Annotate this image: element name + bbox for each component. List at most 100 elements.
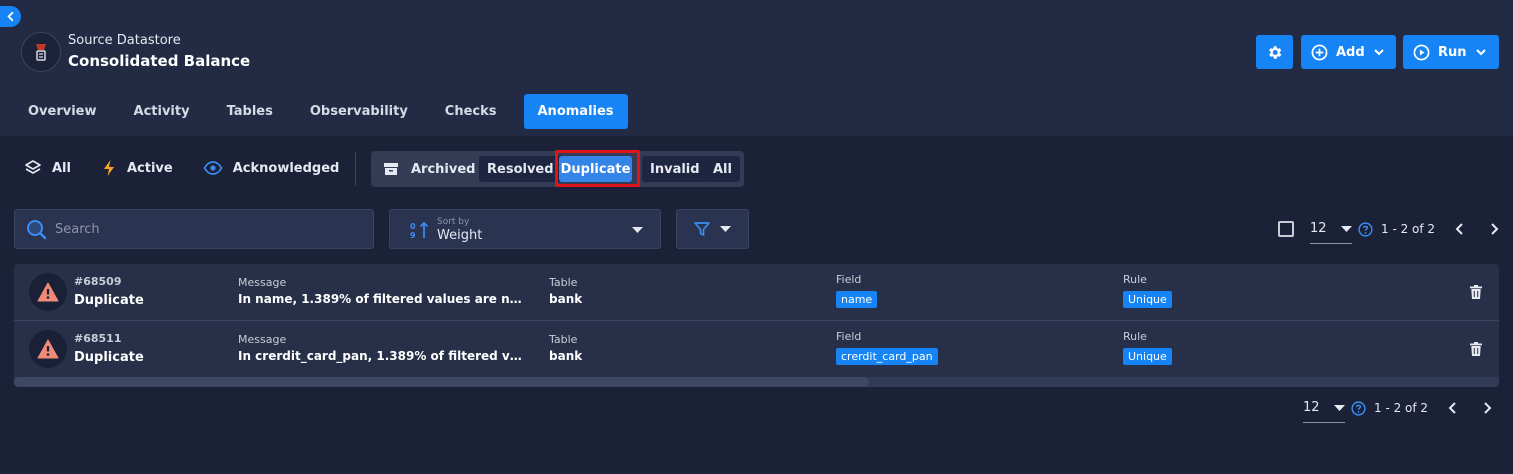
datastore-tabs: Overview Activity Tables Observability C… bbox=[14, 94, 637, 129]
chevron-down-icon bbox=[1373, 49, 1384, 56]
svg-text:9: 9 bbox=[410, 231, 416, 239]
layers-icon bbox=[25, 160, 41, 174]
anomaly-id[interactable]: #68511 bbox=[74, 332, 122, 345]
status-filter-active[interactable]: Active bbox=[101, 159, 173, 177]
status-filter-archived[interactable]: Archived bbox=[383, 151, 476, 187]
page-range: 1 - 2 of 2 bbox=[1374, 401, 1429, 415]
pagination-top: 12 1 - 2 of 2 bbox=[1310, 214, 1499, 244]
archived-option-invalid[interactable]: Invalid bbox=[642, 156, 708, 182]
question-circle-icon[interactable] bbox=[1351, 400, 1366, 416]
archived-option-all[interactable]: All bbox=[705, 156, 740, 182]
anomalies-table: #68509 Duplicate Message In name, 1.389%… bbox=[14, 264, 1499, 387]
datastore-logo-icon bbox=[21, 32, 61, 72]
datastore-header: Source Datastore Consolidated Balance Ad… bbox=[0, 0, 1513, 136]
sidebar-collapse-button[interactable] bbox=[0, 6, 21, 27]
anomaly-table[interactable]: bank bbox=[549, 292, 582, 306]
trash-icon[interactable] bbox=[1470, 342, 1482, 356]
select-all-checkbox[interactable] bbox=[1278, 221, 1294, 237]
archived-option-duplicate[interactable]: Duplicate bbox=[559, 156, 632, 182]
table-label: Table bbox=[549, 333, 578, 346]
field-tag[interactable]: crerdit_card_pan bbox=[836, 348, 938, 365]
warning-triangle-icon bbox=[29, 273, 67, 311]
status-filter-bar: All Active Acknowledged bbox=[24, 153, 369, 183]
play-circle-icon bbox=[1413, 44, 1430, 60]
sort-value: Weight bbox=[437, 228, 483, 243]
tab-activity[interactable]: Activity bbox=[120, 94, 204, 129]
archived-option-resolved[interactable]: Resolved bbox=[479, 156, 562, 182]
tab-observability[interactable]: Observability bbox=[296, 94, 422, 129]
sort-icon: 0 9 bbox=[410, 221, 429, 239]
question-circle-icon[interactable] bbox=[1358, 221, 1373, 237]
field-label: Field bbox=[836, 330, 862, 343]
table-label: Table bbox=[549, 276, 578, 289]
archive-box-icon bbox=[384, 163, 398, 175]
tab-checks[interactable]: Checks bbox=[431, 94, 511, 129]
eye-icon bbox=[203, 161, 223, 175]
horizontal-scrollbar[interactable] bbox=[14, 377, 1499, 387]
chevron-left-icon[interactable] bbox=[1448, 402, 1458, 414]
settings-button[interactable] bbox=[1256, 35, 1293, 69]
warning-triangle-icon bbox=[29, 330, 67, 368]
datastore-name: Consolidated Balance bbox=[68, 52, 251, 70]
rule-tag[interactable]: Unique bbox=[1123, 348, 1172, 365]
status-filter-acknowledged-label: Acknowledged bbox=[232, 160, 340, 176]
anomaly-message: In crerdit_card_pan, 1.389% of filtered … bbox=[238, 349, 526, 363]
run-button[interactable]: Run bbox=[1403, 35, 1499, 69]
message-label: Message bbox=[238, 276, 287, 289]
table-row[interactable]: #68509 Duplicate Message In name, 1.389%… bbox=[14, 264, 1499, 320]
rule-label: Rule bbox=[1123, 330, 1147, 343]
gear-icon bbox=[1269, 45, 1282, 59]
plus-circle-icon bbox=[1311, 44, 1328, 60]
search-box bbox=[14, 209, 374, 249]
tab-overview[interactable]: Overview bbox=[14, 94, 111, 129]
tab-anomalies[interactable]: Anomalies bbox=[523, 94, 628, 129]
archived-filter-group: Archived Resolved Duplicate Invalid All bbox=[371, 151, 744, 187]
anomaly-id[interactable]: #68509 bbox=[74, 275, 122, 288]
filter-button[interactable] bbox=[676, 209, 749, 249]
anomaly-type: Duplicate bbox=[74, 350, 144, 365]
svg-text:0: 0 bbox=[410, 222, 416, 231]
caret-down-icon bbox=[1334, 405, 1345, 411]
message-label: Message bbox=[238, 333, 287, 346]
pagination-bottom: 12 1 - 2 of 2 bbox=[1303, 393, 1492, 423]
page-size-select[interactable]: 12 bbox=[1310, 214, 1352, 244]
field-tag[interactable]: name bbox=[836, 291, 878, 308]
rule-label: Rule bbox=[1123, 273, 1147, 286]
chevron-right-icon[interactable] bbox=[1489, 223, 1499, 235]
run-button-label: Run bbox=[1438, 44, 1467, 60]
caret-down-icon bbox=[1341, 226, 1352, 232]
field-label: Field bbox=[836, 273, 862, 286]
chevron-left-icon bbox=[7, 11, 14, 22]
trash-icon[interactable] bbox=[1470, 285, 1482, 299]
tab-tables[interactable]: Tables bbox=[213, 94, 287, 129]
chevron-left-icon[interactable] bbox=[1455, 223, 1465, 235]
search-input[interactable] bbox=[55, 221, 355, 237]
lightning-icon bbox=[103, 160, 114, 176]
page-size-value: 12 bbox=[1310, 221, 1327, 236]
status-filter-all[interactable]: All bbox=[24, 159, 71, 177]
add-button[interactable]: Add bbox=[1301, 35, 1396, 69]
sort-label: Sort by bbox=[437, 217, 470, 227]
anomaly-table[interactable]: bank bbox=[549, 349, 582, 363]
search-icon bbox=[27, 220, 47, 240]
scrollbar-thumb[interactable] bbox=[14, 377, 869, 387]
chevron-right-icon[interactable] bbox=[1482, 402, 1492, 414]
archived-label: Archived bbox=[411, 161, 476, 177]
status-filter-all-label: All bbox=[52, 160, 71, 176]
page-size-value: 12 bbox=[1303, 400, 1320, 415]
anomaly-message: In name, 1.389% of filtered values are n… bbox=[238, 292, 526, 306]
rule-tag[interactable]: Unique bbox=[1123, 291, 1172, 308]
chevron-down-icon bbox=[1475, 49, 1486, 56]
status-divider bbox=[355, 152, 356, 186]
caret-down-icon bbox=[720, 225, 731, 232]
page-size-select[interactable]: 12 bbox=[1303, 393, 1345, 423]
status-filter-active-label: Active bbox=[126, 160, 173, 176]
filter-icon bbox=[694, 222, 710, 236]
datastore-type: Source Datastore bbox=[68, 33, 181, 48]
sort-select[interactable]: 0 9 Sort by Weight bbox=[389, 209, 661, 249]
anomaly-type: Duplicate bbox=[74, 293, 144, 308]
caret-down-icon bbox=[632, 227, 643, 233]
status-filter-acknowledged[interactable]: Acknowledged bbox=[203, 160, 340, 176]
add-button-label: Add bbox=[1336, 44, 1365, 60]
table-row[interactable]: #68511 Duplicate Message In crerdit_card… bbox=[14, 321, 1499, 377]
